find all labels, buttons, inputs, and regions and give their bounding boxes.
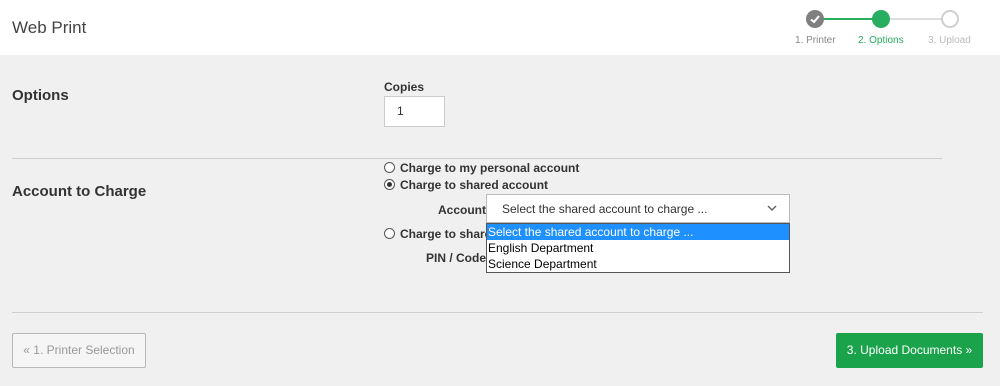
copies-label: Copies xyxy=(384,80,425,94)
radio-button[interactable] xyxy=(384,162,395,173)
printer-selection-button[interactable]: « 1. Printer Selection xyxy=(12,333,146,368)
select-value: Select the shared account to charge ... xyxy=(502,202,708,216)
dropdown-option-english[interactable]: English Department xyxy=(487,240,789,256)
section-divider xyxy=(12,158,942,159)
step-options-dot xyxy=(872,10,890,28)
dropdown-option-science[interactable]: Science Department xyxy=(487,256,789,272)
stepper-line-pending xyxy=(881,18,950,20)
radio-button-checked[interactable] xyxy=(384,179,395,190)
options-heading: Options xyxy=(12,87,69,104)
account-to-charge-heading: Account to Charge xyxy=(12,183,147,200)
radio-button[interactable] xyxy=(384,228,395,239)
copies-input[interactable]: 1 xyxy=(384,96,445,127)
check-icon xyxy=(810,15,820,24)
app-title: Web Print xyxy=(12,18,87,37)
step-options-label: 2. Options xyxy=(858,35,904,46)
radio-label: Charge to shared xyxy=(400,227,499,241)
step-upload-label: 3. Upload xyxy=(928,35,971,46)
chevron-down-icon xyxy=(767,205,777,212)
step-printer-label: 1. Printer xyxy=(795,35,836,46)
shared-account-select[interactable]: Select the shared account to charge ... xyxy=(486,194,790,223)
account-dropdown-list[interactable]: Select the shared account to charge ... … xyxy=(486,223,790,273)
footer-divider xyxy=(12,312,983,313)
dropdown-option-placeholder[interactable]: Select the shared account to charge ... xyxy=(487,224,789,240)
radio-label: Charge to my personal account xyxy=(400,161,580,175)
header-bar: Web Print 1. Printer 2. Options 3. Uploa… xyxy=(0,0,1000,55)
pin-code-label: PIN / Code xyxy=(426,251,487,265)
upload-documents-button[interactable]: 3. Upload Documents » xyxy=(836,333,983,368)
account-label: Account xyxy=(438,203,486,217)
step-printer-dot xyxy=(806,10,824,28)
step-upload-dot xyxy=(941,10,959,28)
radio-label: Charge to shared account xyxy=(400,178,549,192)
